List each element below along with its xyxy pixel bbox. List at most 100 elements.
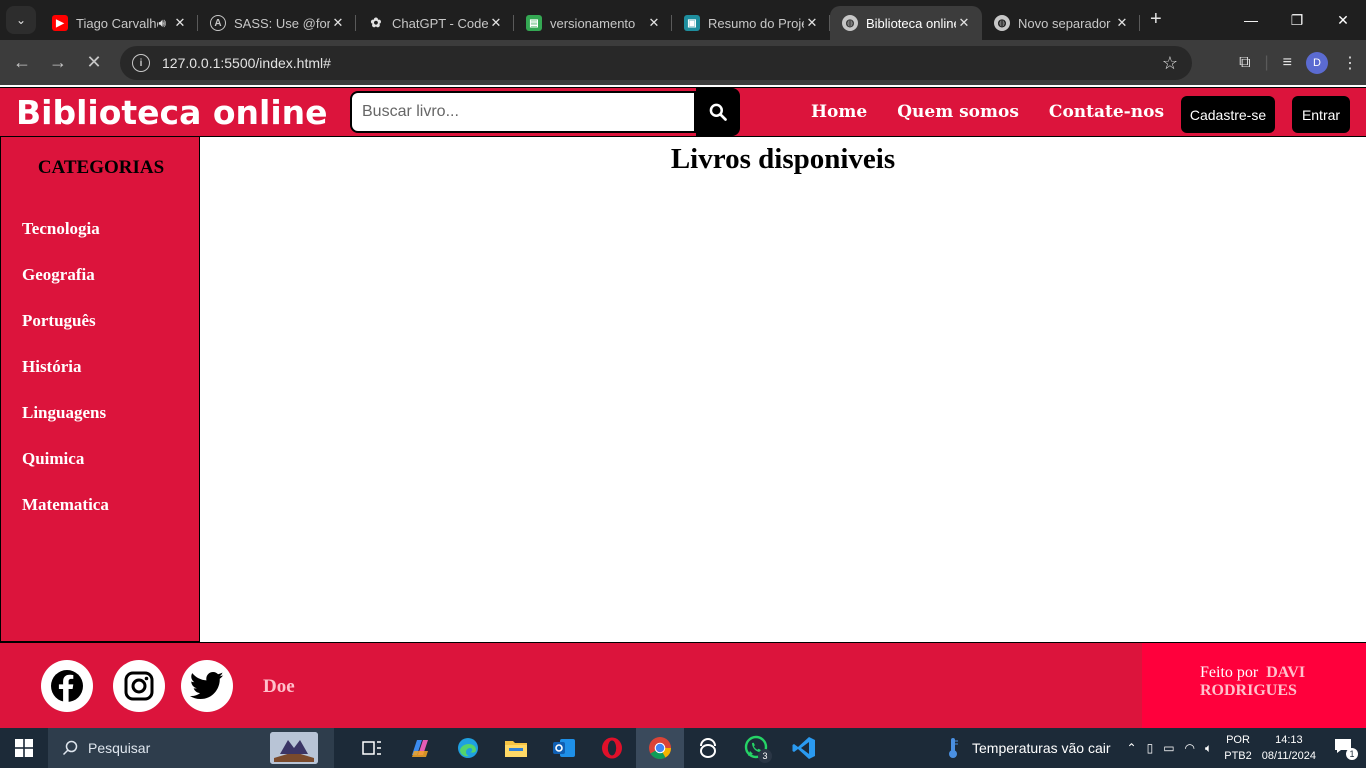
twitter-icon bbox=[190, 671, 224, 700]
folder-icon bbox=[505, 741, 527, 757]
site-logo[interactable]: Biblioteca online bbox=[16, 93, 328, 132]
classroom-icon: ▣ bbox=[684, 15, 700, 31]
back-arrow-icon[interactable]: ← bbox=[4, 45, 40, 81]
taskbar-search[interactable]: Pesquisar bbox=[48, 728, 334, 768]
search-icon bbox=[709, 103, 727, 121]
close-icon[interactable]: ✕ bbox=[488, 15, 504, 31]
device-icon[interactable]: ▯ bbox=[1147, 741, 1154, 756]
vscode-button[interactable] bbox=[780, 728, 828, 768]
close-icon[interactable]: ✕ bbox=[330, 15, 346, 31]
speaker-icon[interactable]: 🔊︎ bbox=[158, 16, 166, 31]
search-input[interactable] bbox=[350, 91, 696, 133]
instagram-link[interactable] bbox=[113, 660, 165, 712]
category-linguagens[interactable]: Linguagens bbox=[22, 403, 109, 449]
weather-widget[interactable]: Temperaturas vão cair bbox=[946, 737, 1111, 759]
copilot-button[interactable] bbox=[396, 728, 444, 768]
volume-icon[interactable]: 🔈︎ bbox=[1205, 741, 1212, 756]
login-button[interactable]: Entrar bbox=[1292, 96, 1350, 133]
twitter-link[interactable] bbox=[181, 660, 233, 712]
address-bar[interactable]: i 127.0.0.1:5500/index.html# ☆ bbox=[120, 46, 1192, 80]
minimize-icon[interactable]: — bbox=[1228, 0, 1274, 40]
globe-icon: ◍ bbox=[842, 15, 858, 31]
start-button[interactable] bbox=[0, 728, 48, 768]
category-geografia[interactable]: Geografia bbox=[22, 265, 109, 311]
facebook-link[interactable] bbox=[41, 660, 93, 712]
site-footer: Doe Feito por DAVI RODRIGUES bbox=[0, 642, 1366, 729]
edge-button[interactable] bbox=[444, 728, 492, 768]
weather-text: Temperaturas vão cair bbox=[972, 740, 1111, 756]
threads-button[interactable] bbox=[684, 728, 732, 768]
tab-novo-separador[interactable]: ◍ Novo separador ✕ bbox=[982, 6, 1140, 40]
tab-sass[interactable]: A SASS: Use @forward ✕ bbox=[198, 6, 356, 40]
site-info-icon[interactable]: i bbox=[132, 54, 150, 72]
close-icon[interactable]: ✕ bbox=[646, 15, 662, 31]
search-icon bbox=[62, 740, 78, 756]
wifi-icon[interactable]: ◠ bbox=[1185, 741, 1195, 756]
extensions-icon[interactable]: ⧉ bbox=[1239, 54, 1250, 72]
close-icon[interactable]: ✕ bbox=[1114, 15, 1130, 31]
close-icon[interactable]: ✕ bbox=[956, 15, 972, 31]
clock[interactable]: 14:13 08/11/2024 bbox=[1262, 732, 1316, 764]
category-historia[interactable]: História bbox=[22, 357, 109, 403]
page-title: Livros disponiveis bbox=[670, 143, 896, 175]
notification-center-button[interactable]: 1 bbox=[1334, 738, 1358, 760]
tab-youtube[interactable]: ▶ Tiago Carvalho 🔊︎ ✕ bbox=[40, 6, 198, 40]
credit-prefix: Feito por bbox=[1200, 664, 1259, 681]
outlook-button[interactable] bbox=[540, 728, 588, 768]
facebook-icon bbox=[51, 670, 83, 703]
whatsapp-button[interactable]: 3 bbox=[732, 728, 780, 768]
thermometer-icon bbox=[949, 738, 959, 758]
web-page: Biblioteca online Home Quem somos Contat… bbox=[0, 85, 1366, 729]
windows-taskbar: Pesquisar 3 Temperaturas vão cair ⌃ ▯ ▭ … bbox=[0, 728, 1366, 768]
stop-loading-icon[interactable]: ✕ bbox=[76, 45, 112, 81]
bookmark-star-icon[interactable]: ☆ bbox=[1162, 53, 1178, 74]
file-explorer-button[interactable] bbox=[492, 728, 540, 768]
restore-icon[interactable]: ❐ bbox=[1274, 0, 1320, 40]
chatgpt-icon: ✿ bbox=[370, 15, 382, 30]
menu-kebab-icon[interactable]: ⋮ bbox=[1342, 53, 1358, 73]
tab-versionamento[interactable]: ▤ versionamento ✕ bbox=[514, 6, 672, 40]
donate-link[interactable]: Doe bbox=[263, 676, 295, 698]
window-controls: — ❐ ✕ bbox=[1228, 0, 1366, 40]
main-nav: Home Quem somos Contate-nos bbox=[811, 102, 1164, 122]
battery-icon[interactable]: ▭ bbox=[1163, 741, 1174, 756]
category-matematica[interactable]: Matematica bbox=[22, 495, 109, 541]
category-portugues[interactable]: Português bbox=[22, 311, 109, 357]
browser-toolbar: ← → ✕ i 127.0.0.1:5500/index.html# ☆ ⧉ |… bbox=[0, 40, 1366, 85]
toolbar-divider: | bbox=[1264, 53, 1269, 71]
task-view-button[interactable] bbox=[348, 728, 396, 768]
tab-biblioteca[interactable]: ◍ Biblioteca online ✕ bbox=[830, 6, 982, 40]
notification-count: 1 bbox=[1346, 748, 1358, 760]
close-icon[interactable]: ✕ bbox=[804, 15, 820, 31]
tab-search-button[interactable]: ⌄ bbox=[6, 6, 36, 34]
clock-date: 08/11/2024 bbox=[1261, 750, 1316, 762]
nav-quem-somos[interactable]: Quem somos bbox=[897, 102, 1019, 122]
outlook-icon bbox=[553, 739, 575, 757]
category-list: Tecnologia Geografia Português História … bbox=[22, 219, 109, 541]
new-tab-button[interactable]: + bbox=[1150, 8, 1162, 31]
chrome-button[interactable] bbox=[636, 728, 684, 768]
media-control-icon[interactable]: ≡ bbox=[1283, 54, 1292, 72]
category-quimica[interactable]: Quimica bbox=[22, 449, 109, 495]
opera-button[interactable] bbox=[588, 728, 636, 768]
tray-icons: ⌃ ▯ ▭ ◠ 🔈︎ bbox=[1127, 741, 1213, 756]
signup-button[interactable]: Cadastre-se bbox=[1181, 96, 1275, 133]
site-header: Biblioteca online Home Quem somos Contat… bbox=[0, 87, 1366, 137]
nav-home[interactable]: Home bbox=[811, 102, 867, 122]
vscode-icon bbox=[792, 737, 815, 759]
tab-resumo[interactable]: ▣ Resumo do Projeto ✕ bbox=[672, 6, 830, 40]
close-icon[interactable]: ✕ bbox=[172, 15, 188, 31]
search-button[interactable] bbox=[696, 88, 740, 136]
close-window-icon[interactable]: ✕ bbox=[1320, 0, 1366, 40]
nav-contate-nos[interactable]: Contate-nos bbox=[1049, 102, 1164, 122]
profile-avatar[interactable]: D bbox=[1306, 51, 1328, 74]
chevron-up-icon[interactable]: ⌃ bbox=[1127, 741, 1137, 756]
language-indicator[interactable]: POR PTB2 bbox=[1224, 732, 1252, 764]
forward-arrow-icon[interactable]: → bbox=[40, 45, 76, 81]
category-tecnologia[interactable]: Tecnologia bbox=[22, 219, 109, 265]
tab-chatgpt[interactable]: ✿ ChatGPT - Codes ✕ bbox=[356, 6, 514, 40]
copilot-icon bbox=[412, 740, 428, 757]
clock-time: 14:13 bbox=[1275, 734, 1303, 746]
toolbar-right: ⧉ | ≡ D ⋮ bbox=[1239, 40, 1358, 85]
search-highlight-image bbox=[270, 732, 318, 764]
